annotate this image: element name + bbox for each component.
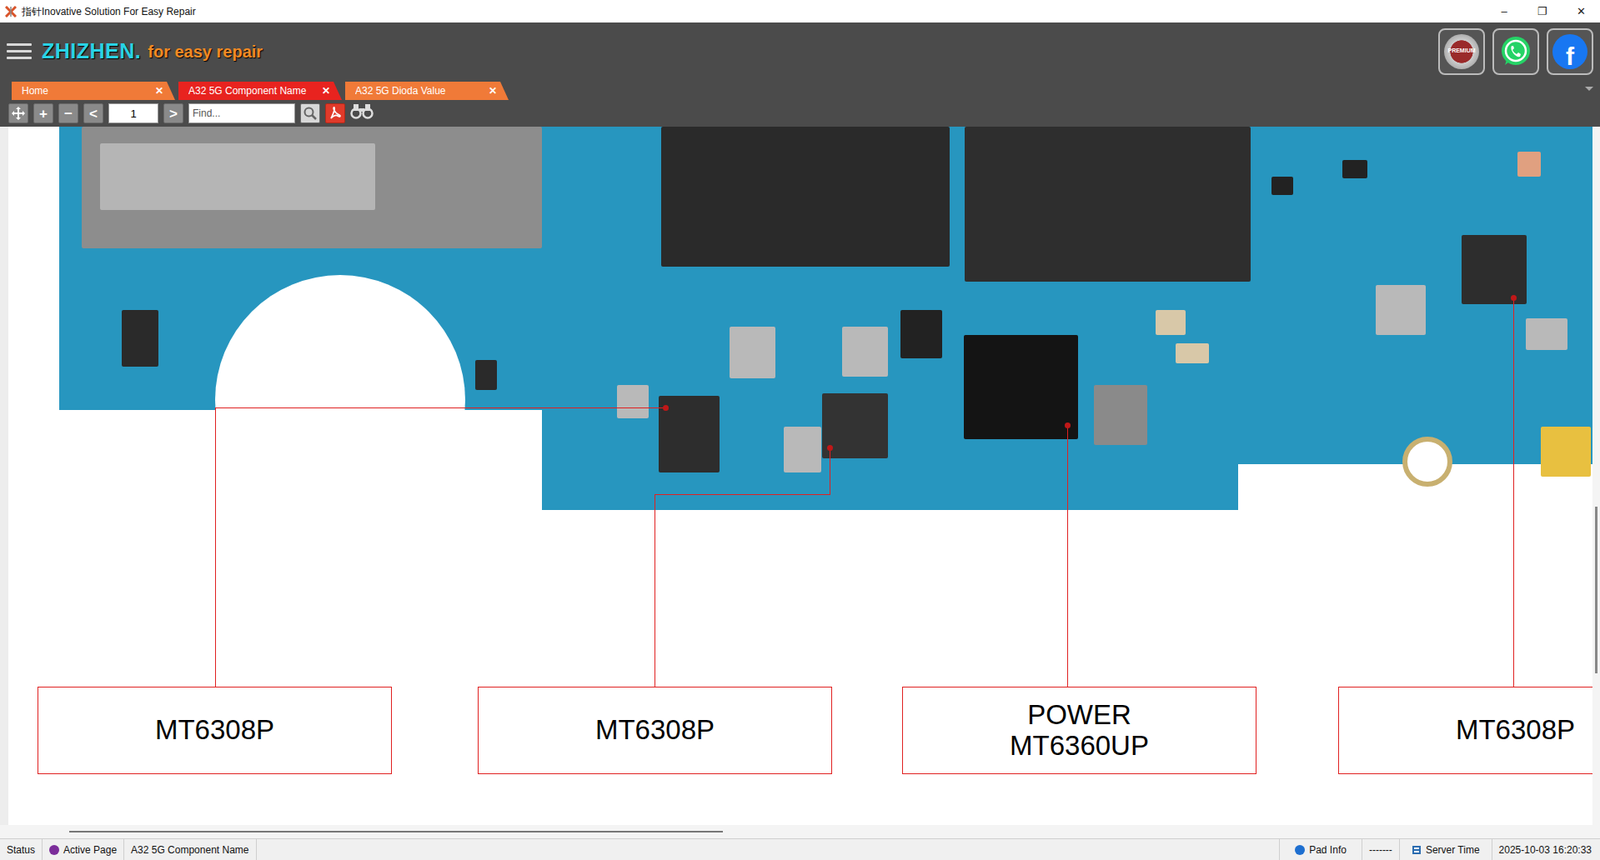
tab-bar: Home✕A32 5G Component Name✕A32 5G Dioda … (0, 80, 1600, 101)
component-name: MT6308P (1455, 715, 1575, 746)
server-time-cell: Server Time (1399, 839, 1493, 860)
find-field[interactable] (188, 103, 296, 124)
doc-tab[interactable]: A32 5G Component Name✕ (178, 81, 342, 101)
component-name: POWER (1027, 700, 1132, 731)
tab-close-button[interactable]: ✕ (155, 83, 164, 99)
server-time-value-cell: 2025-10-03 16:20:33 (1492, 839, 1600, 860)
page-number-field[interactable] (108, 103, 159, 124)
app-logo-icon (5, 5, 17, 18)
next-page-button[interactable]: > (163, 103, 184, 124)
component-name: MT6308P (595, 715, 715, 746)
pad-info-cell: Pad Info (1279, 839, 1363, 860)
scroll-thumb[interactable] (69, 831, 723, 833)
premium-label: PREMIUM (1447, 46, 1475, 56)
move-arrows-icon (10, 105, 26, 121)
tab-label: Home (21, 83, 156, 99)
whatsapp-button[interactable] (1492, 28, 1540, 76)
tab-label: A32 5G Component Name (188, 83, 322, 99)
component-label[interactable]: MT6308P (1338, 687, 1593, 775)
component-name: MT6308P (155, 715, 275, 746)
tab-list-dropdown-icon[interactable] (1584, 86, 1594, 91)
status-label: Status (6, 842, 36, 858)
title-bar: 指针Inovative Solution For Easy Repair–❐✕ (0, 0, 1600, 23)
active-page-value-cell: A32 5G Component Name (124, 839, 256, 860)
pdf-button[interactable] (325, 103, 346, 124)
server-icon (1411, 845, 1422, 856)
server-time-value: 2025-10-03 16:20:33 (1499, 842, 1592, 858)
header-icons: PREMIUM f (1438, 28, 1594, 76)
prev-page-button[interactable]: < (83, 103, 104, 124)
facebook-button[interactable]: f (1546, 28, 1594, 76)
app-header: ZHIZHEN.for easy repair PREMIUM f (0, 22, 1600, 81)
facebook-glyph: f (1565, 44, 1575, 70)
premium-badge-icon: PREMIUM (1444, 34, 1480, 70)
active-page-cell: Active Page (42, 839, 125, 860)
info-icon (1294, 845, 1305, 856)
minimize-button[interactable]: – (1484, 0, 1524, 23)
tab-label: A32 5G Dioda Value (355, 83, 489, 99)
pdf-icon (327, 105, 343, 121)
scroll-thumb[interactable] (1594, 506, 1598, 674)
viewer-area: MT6308P MT6308P POWERMT6360UP MT6308P (0, 126, 1600, 826)
page-canvas: MT6308P MT6308P POWERMT6360UP MT6308P (8, 126, 1593, 826)
brand-name: ZHIZHEN. (41, 35, 141, 68)
active-page-label: Active Page (63, 842, 117, 858)
close-button[interactable]: ✕ (1561, 0, 1600, 23)
brand-tagline: for easy repair (147, 39, 263, 65)
pad-info-label: Pad Info (1309, 842, 1347, 858)
restore-button[interactable]: ❐ (1523, 0, 1562, 23)
window-title: 指针Inovative Solution For Easy Repair (21, 4, 1485, 20)
zoom-in-button[interactable]: + (33, 103, 54, 124)
component-label[interactable]: POWERMT6360UP (902, 687, 1257, 775)
active-page-value: A32 5G Component Name (130, 842, 249, 858)
binoculars-icon (350, 101, 374, 121)
pad-value-cell: ------- (1362, 839, 1400, 860)
status-cell: Status (0, 839, 43, 860)
facebook-icon: f (1552, 34, 1588, 70)
toolbar: +−< > (0, 100, 1600, 127)
horizontal-scrollbar[interactable] (0, 825, 1600, 839)
component-name: MT6360UP (1009, 731, 1149, 762)
active-page-icon (49, 845, 60, 856)
component-label[interactable]: MT6308P (37, 687, 392, 775)
pad-value: ------- (1369, 842, 1393, 858)
search-icon (302, 105, 318, 121)
vertical-scrollbar[interactable] (1592, 126, 1600, 826)
binoculars-button[interactable] (350, 101, 374, 126)
tab-close-button[interactable]: ✕ (488, 83, 497, 99)
server-time-label: Server Time (1425, 842, 1480, 858)
search-button[interactable] (300, 103, 321, 124)
doc-tab[interactable]: A32 5G Dioda Value✕ (345, 81, 509, 101)
status-bar: Status Active Page A32 5G Component Name Pa… (0, 838, 1600, 860)
menu-icon[interactable] (6, 43, 32, 60)
premium-button[interactable]: PREMIUM (1438, 28, 1485, 76)
whatsapp-icon (1498, 34, 1534, 70)
fit-page-button[interactable] (8, 103, 29, 124)
zoom-out-button[interactable]: − (58, 103, 79, 124)
component-label[interactable]: MT6308P (477, 687, 833, 775)
doc-tab[interactable]: Home✕ (11, 81, 176, 101)
tab-close-button[interactable]: ✕ (321, 83, 331, 99)
